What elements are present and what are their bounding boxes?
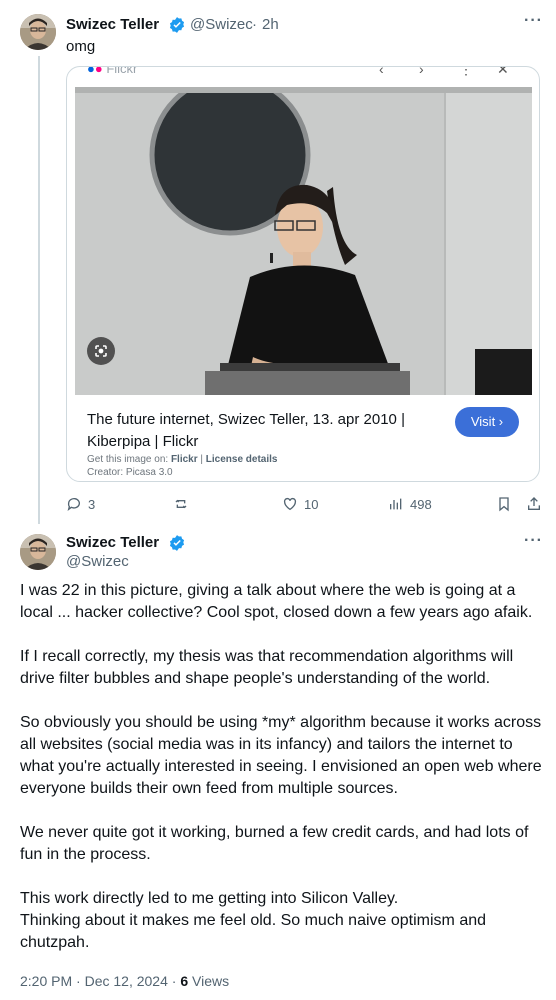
avatar[interactable] [20,534,56,570]
card-meta: Get this image on: Flickr | License deta… [87,454,278,478]
link-preview-card[interactable]: ●● Flickr ‹ › ⋮ ✕ The future internet, S… [66,66,540,482]
view-count: 498 [410,496,432,512]
card-title[interactable]: The future internet, Swizec Teller, 13. … [87,409,417,453]
paragraph: So obviously you should be using *my* al… [20,714,542,797]
tweet-text: omg [66,38,96,55]
chevron-left-icon[interactable]: ‹ [379,67,384,77]
paragraph: I was 22 in this picture, giving a talk … [20,582,533,621]
views-label: Views [188,973,230,989]
paragraph: This work directly led to me getting int… [20,890,399,907]
paragraph: If I recall correctly, my thesis was tha… [20,648,514,687]
share-icon [528,497,540,510]
like-button[interactable]: 10 [282,494,318,514]
author-handle[interactable]: @Swizec [190,16,253,33]
separator: · [252,16,257,33]
author-handle[interactable]: @Swizec [66,553,129,570]
paragraph: We never quite got it working, burned a … [20,824,529,863]
bookmark-button[interactable] [496,494,512,514]
retweet-icon [175,499,187,509]
tweet-actions: 3 10 498 [66,494,544,514]
author-name[interactable]: Swizec Teller [66,16,159,33]
google-lens-icon[interactable] [87,337,115,365]
more-vertical-icon[interactable]: ⋮ [459,67,473,78]
more-options-icon[interactable]: ··· [524,12,543,30]
retweet-button[interactable] [174,494,190,514]
reply-button[interactable]: 3 [66,494,95,514]
get-image-label: Get this image on: [87,454,169,465]
avatar[interactable] [20,14,56,50]
reply-count: 3 [88,496,96,512]
visit-button[interactable]: Visit › [455,407,519,437]
verified-badge-icon[interactable] [168,534,186,552]
verified-badge-icon[interactable] [168,16,186,34]
license-link[interactable]: License details [206,454,278,465]
more-options-icon[interactable]: ··· [524,532,543,550]
creator-text: Creator: Picasa 3.0 [87,467,173,478]
share-button[interactable] [526,494,542,514]
tweet-body: I was 22 in this picture, giving a talk … [20,580,546,954]
source-link[interactable]: Flickr [171,454,198,465]
tweet-footer: 2:20 PM · Dec 12, 2024 · 6 Views [20,973,229,989]
flickr-logo: ●● Flickr [87,66,138,76]
close-icon[interactable]: ✕ [497,67,509,78]
preview-photo[interactable] [75,87,532,395]
timestamp[interactable]: 2:20 PM · Dec 12, 2024 · [20,973,180,989]
views-count: 6 [180,973,189,989]
like-count: 10 [304,496,319,512]
tweet-time[interactable]: 2h [262,16,279,33]
bookmark-icon [499,497,509,512]
reply-icon [67,498,80,511]
views-button[interactable]: 498 [388,494,432,514]
card-header: ●● Flickr ‹ › ⋮ ✕ [67,67,539,87]
chevron-right-icon[interactable]: › [419,67,424,77]
author-name[interactable]: Swizec Teller [66,534,159,551]
heart-icon [283,497,297,511]
analytics-icon [390,498,402,510]
paragraph: Thinking about it makes me feel old. So … [20,912,487,951]
thread-line [38,56,40,524]
